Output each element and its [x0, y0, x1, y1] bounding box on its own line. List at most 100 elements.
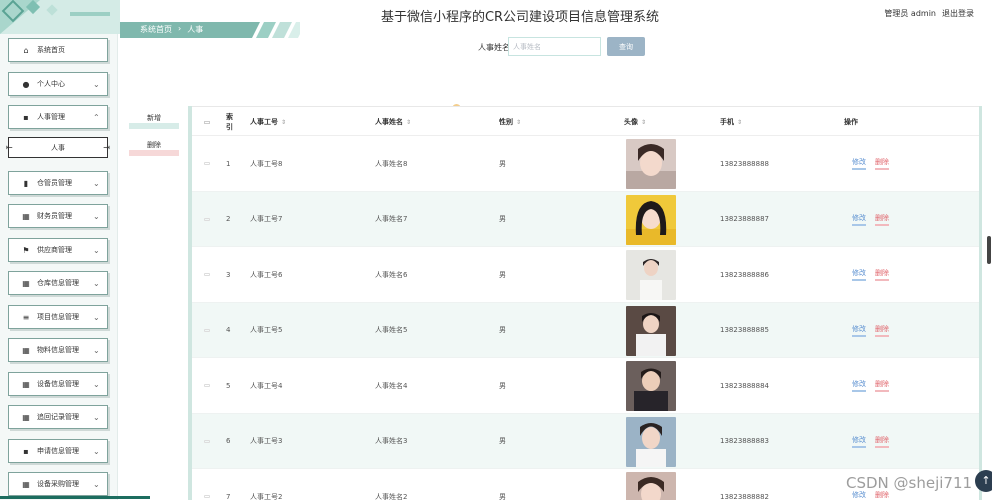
- chevron-down-icon: ⌄: [93, 278, 100, 288]
- sidebar-item-equipment-info[interactable]: ▦ 设备信息管理 ⌄: [8, 372, 108, 396]
- header-avatar-label: 头像: [624, 118, 638, 126]
- sidebar-item-supplier[interactable]: ⚑ 供应商管理 ⌄: [8, 238, 108, 262]
- breadcrumb-separator: ›: [178, 24, 182, 33]
- sidebar-item-home[interactable]: ⌂ 系统首页: [8, 38, 108, 62]
- grid-icon: ▦: [22, 345, 30, 355]
- delete-button[interactable]: 删除: [875, 379, 889, 392]
- delete-button[interactable]: 删除: [875, 435, 889, 448]
- row-checkbox[interactable]: [204, 439, 210, 443]
- table-row: 4 人事工号5 人事姓名5 男 13823888885 修改 删除: [192, 302, 979, 358]
- edit-button[interactable]: 修改: [852, 324, 866, 337]
- add-button[interactable]: 新增: [129, 111, 179, 129]
- delete-button[interactable]: 删除: [875, 324, 889, 337]
- cell-staff-name: 人事姓名2: [375, 492, 408, 500]
- chevron-down-icon: ⌄: [93, 312, 100, 322]
- edit-button[interactable]: 修改: [852, 268, 866, 281]
- avatar: [626, 305, 676, 356]
- breadcrumb-home[interactable]: 系统首页: [140, 24, 172, 35]
- sort-icon: ⇕: [737, 118, 743, 126]
- chevron-down-icon: ⌄: [93, 178, 100, 188]
- home-icon: ⌂: [23, 45, 29, 55]
- sidebar-item-label: 供应商管理: [37, 246, 72, 254]
- delete-button[interactable]: 删除: [875, 157, 889, 170]
- grid-icon: ▦: [22, 412, 30, 422]
- cell-index: 2: [226, 215, 231, 223]
- cell-index: 7: [226, 492, 231, 500]
- logout-link[interactable]: 退出登录: [942, 8, 974, 19]
- search-input[interactable]: [508, 37, 601, 56]
- edit-button[interactable]: 修改: [852, 213, 866, 226]
- sidebar-item-label: 物料信息管理: [37, 346, 79, 354]
- cell-staff-no: 人事工号7: [250, 215, 283, 223]
- row-checkbox[interactable]: [204, 273, 210, 276]
- cell-staff-name: 人事姓名6: [375, 270, 408, 279]
- header-gender[interactable]: 性别 ⇕: [499, 107, 521, 137]
- sidebar-item-material-info[interactable]: ▦ 物料信息管理 ⌄: [8, 338, 108, 362]
- header-staff-name-label: 人事姓名: [375, 118, 403, 126]
- row-checkbox[interactable]: [204, 217, 210, 221]
- row-actions: 修改 删除: [852, 268, 889, 281]
- sidebar-item-warehouse-staff[interactable]: ▮ 仓管员管理 ⌄: [8, 171, 108, 195]
- edit-button[interactable]: 修改: [852, 435, 866, 448]
- user-info: 管理员 admin 退出登录: [884, 8, 974, 19]
- delete-button[interactable]: 删除: [875, 213, 889, 226]
- grid-icon: ▦: [22, 211, 30, 221]
- page-scrollbar[interactable]: [987, 236, 991, 264]
- sidebar: ⌂ 系统首页 ● 个人中心 ⌄ ▪ 人事管理 ⌃ ⇤ 人事 ⇥ ▮ 仓管员管理 …: [0, 34, 118, 500]
- bar-chart-icon: ▮: [23, 178, 29, 188]
- sidebar-item-warehouse-info[interactable]: ▦ 仓库信息管理 ⌄: [8, 271, 108, 295]
- chevron-down-icon: ⌄: [93, 245, 100, 255]
- sidebar-bottom-bar: [0, 496, 150, 499]
- chevron-down-icon: ⌄: [93, 79, 100, 89]
- table-header: 索 引 人事工号 ⇕ 人事姓名 ⇕ 性别 ⇕ 头像 ⇕ 手机 ⇕ 操作: [192, 106, 979, 136]
- row-checkbox[interactable]: [204, 162, 210, 165]
- batch-delete-button[interactable]: 删除: [129, 138, 179, 156]
- cell-phone: 13823888885: [720, 326, 769, 334]
- sidebar-item-hr[interactable]: ▪ 人事管理 ⌃: [8, 105, 108, 129]
- user-icon: ●: [22, 79, 30, 89]
- header-staff-no[interactable]: 人事工号 ⇕: [250, 107, 286, 137]
- cell-gender: 男: [499, 381, 506, 390]
- row-checkbox[interactable]: [204, 384, 210, 387]
- sidebar-item-profile[interactable]: ● 个人中心 ⌄: [8, 72, 108, 96]
- staff-table: 索 引 人事工号 ⇕ 人事姓名 ⇕ 性别 ⇕ 头像 ⇕ 手机 ⇕ 操作 1 人事工号8 人…: [188, 106, 982, 500]
- select-all-checkbox[interactable]: [204, 107, 210, 137]
- header-index: 索 引: [226, 107, 233, 137]
- breadcrumb-current: 人事: [187, 25, 204, 34]
- grid-icon: ▦: [22, 379, 30, 389]
- header-avatar[interactable]: 头像 ⇕: [624, 107, 646, 137]
- sidebar-item-finance-staff[interactable]: ▦ 财务员管理 ⌄: [8, 204, 108, 228]
- header-phone[interactable]: 手机 ⇕: [720, 107, 742, 137]
- grid-icon: ▦: [22, 479, 30, 489]
- table-row: 2 人事工号7 人事姓名7 男 13823888887 修改 删除: [192, 191, 979, 247]
- system-title: 基于微信小程序的CR公司建设项目信息管理系统: [380, 10, 660, 25]
- edit-button[interactable]: 修改: [852, 379, 866, 392]
- sort-icon: ⇕: [516, 118, 522, 126]
- cell-staff-no: 人事工号3: [250, 437, 283, 445]
- header-staff-name[interactable]: 人事姓名 ⇕: [375, 107, 411, 137]
- cell-index: 6: [226, 437, 231, 445]
- submenu-item-hr[interactable]: ⇤ 人事 ⇥: [6, 137, 110, 158]
- sidebar-item-application-info[interactable]: ▪ 申请信息管理 ⌄: [8, 439, 108, 463]
- cell-staff-no: 人事工号5: [250, 326, 283, 334]
- cell-staff-no: 人事工号6: [250, 270, 283, 279]
- edit-button[interactable]: 修改: [852, 157, 866, 170]
- breadcrumb: 系统首页 › 人事: [140, 24, 203, 35]
- sidebar-item-project-info[interactable]: ≡ 项目信息管理 ⌄: [8, 305, 108, 329]
- cell-phone: 13823888884: [720, 381, 769, 390]
- row-checkbox[interactable]: [204, 328, 210, 332]
- sidebar-item-label: 仓库信息管理: [37, 279, 79, 287]
- delete-button[interactable]: 删除: [875, 268, 889, 281]
- row-actions: 修改 删除: [852, 435, 889, 448]
- row-actions: 修改 删除: [852, 324, 889, 337]
- sidebar-item-recovery-records[interactable]: ▦ 追回记录管理 ⌄: [8, 405, 108, 429]
- row-actions: 修改 删除: [852, 213, 889, 226]
- row-checkbox[interactable]: [204, 495, 210, 498]
- help-icon[interactable]: ↑: [975, 470, 992, 492]
- table-row: 1 人事工号8 人事姓名8 男 13823888888 修改 删除: [192, 136, 979, 192]
- chevron-up-icon: ⌃: [93, 112, 100, 122]
- avatar: [626, 194, 676, 245]
- sidebar-item-equipment-purchase[interactable]: ▦ 设备采购管理 ⌄: [8, 472, 108, 496]
- cell-phone: 13823888883: [720, 437, 769, 445]
- search-button[interactable]: 查询: [607, 37, 645, 56]
